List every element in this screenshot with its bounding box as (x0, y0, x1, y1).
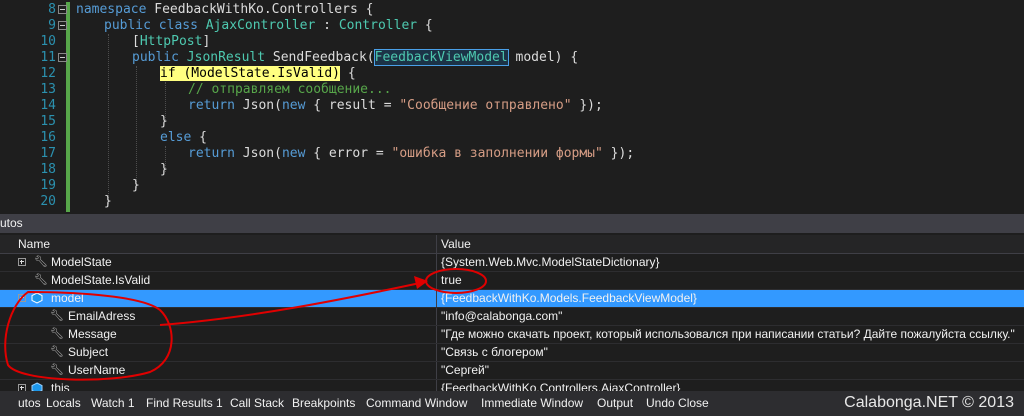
code-text: } (160, 114, 168, 129)
variable-name: ModelState (51, 255, 112, 269)
column-separator (436, 290, 437, 307)
code-line[interactable]: 9 public class AjaxController : Controll… (0, 18, 1024, 34)
code-text: return Json(new { error = "ошибка в запо… (188, 146, 635, 161)
code-line[interactable]: 19 } (0, 178, 1024, 194)
tab-undo-close[interactable]: Undo Close (646, 395, 709, 412)
current-statement-highlight: if (ModelState.IsValid) (160, 66, 341, 81)
variable-name: EmailAdress (68, 309, 136, 323)
line-number: 17 (40, 146, 56, 161)
table-row[interactable]: 🔧︎ Subject "Связь с блогером" (0, 344, 1024, 362)
tab-call-stack[interactable]: Call Stack (230, 395, 284, 412)
line-number: 8 (48, 2, 56, 17)
table-row-selected[interactable]: model {FeedbackWithKo.Models.FeedbackVie… (0, 290, 1024, 308)
code-text: return Json(new { result = "Сообщение от… (188, 98, 603, 113)
property-wrench-icon: 🔧︎ (34, 274, 48, 286)
line-number: 12 (40, 66, 56, 81)
line-number: 11 (40, 50, 56, 65)
column-separator (436, 308, 437, 325)
code-line[interactable]: 16 else { (0, 130, 1024, 146)
tab-watch-1[interactable]: Watch 1 (91, 395, 135, 412)
column-separator (436, 344, 437, 361)
code-text: public JsonResult SendFeedback(FeedbackV… (132, 49, 579, 66)
highlighted-reference: FeedbackViewModel (373, 49, 509, 66)
variable-name: UserName (68, 363, 126, 377)
variable-value[interactable]: "info@calabonga.com" (441, 308, 562, 325)
tab-immediate-window[interactable]: Immediate Window (481, 395, 583, 412)
code-text: } (104, 194, 112, 209)
tab-command-window[interactable]: Command Window (366, 395, 467, 412)
variable-value[interactable]: "Связь с блогером" (441, 344, 548, 361)
column-separator (436, 326, 437, 343)
code-text: } (132, 178, 140, 193)
variable-value[interactable]: true (441, 272, 462, 289)
column-separator[interactable] (436, 235, 437, 253)
code-text: public class AjaxController : Controller… (104, 18, 433, 33)
code-text: namespace FeedbackWithKo.Controllers { (76, 2, 374, 17)
variable-value[interactable]: "Где можно скачать проект, который испол… (441, 326, 1015, 343)
code-line[interactable]: 17 return Json(new { error = "ошибка в з… (0, 146, 1024, 162)
code-line[interactable]: 12 if (ModelState.IsValid) { (0, 66, 1024, 82)
tab-find-results-1[interactable]: Find Results 1 (146, 395, 223, 412)
tab-autos[interactable]: utos (18, 395, 41, 412)
table-row[interactable]: 🔧︎ ModelState.IsValid true (0, 272, 1024, 290)
tab-output[interactable]: Output (597, 395, 633, 412)
code-line[interactable]: 10 [HttpPost] (0, 34, 1024, 50)
code-text: } (160, 162, 168, 177)
code-text: else { (160, 130, 207, 145)
code-line[interactable]: 14 return Json(new { result = "Сообщение… (0, 98, 1024, 114)
line-number: 13 (40, 82, 56, 97)
code-line[interactable]: 15 } (0, 114, 1024, 130)
code-text: [HttpPost] (132, 34, 211, 49)
table-row[interactable]: 🔧︎ Message "Где можно скачать проект, ко… (0, 326, 1024, 344)
variable-value[interactable]: {FeedbackWithKo.Models.FeedbackViewModel… (441, 290, 697, 307)
property-wrench-icon: 🔧︎ (50, 328, 64, 340)
property-wrench-icon: 🔧︎ (34, 256, 48, 268)
code-line[interactable]: 20 } (0, 194, 1024, 210)
code-comment: // отправляем сообщение... (188, 82, 392, 97)
code-line[interactable]: 18 } (0, 162, 1024, 178)
code-editor[interactable]: 8 namespace FeedbackWithKo.Controllers {… (0, 0, 1024, 214)
line-number: 10 (40, 34, 56, 49)
property-wrench-icon: 🔧︎ (50, 364, 64, 376)
line-number: 15 (40, 114, 56, 129)
collapse-icon[interactable] (18, 294, 26, 302)
object-icon (31, 292, 43, 304)
line-number: 20 (40, 194, 56, 209)
variable-name: Subject (68, 345, 109, 359)
variable-value[interactable]: {System.Web.Mvc.ModelStateDictionary} (441, 254, 660, 271)
property-wrench-icon: 🔧︎ (50, 346, 64, 358)
table-row[interactable]: 🔧︎ UserName "Сергей" (0, 362, 1024, 380)
line-number: 18 (40, 162, 56, 177)
expand-icon[interactable] (18, 258, 26, 266)
line-number: 19 (40, 178, 56, 193)
line-number: 14 (40, 98, 56, 113)
variable-value[interactable]: "Сергей" (441, 362, 489, 379)
line-number: 9 (48, 18, 56, 33)
code-line[interactable]: 11 public JsonResult SendFeedback(Feedba… (0, 49, 1024, 66)
variable-name: Message (68, 327, 117, 341)
code-line[interactable]: 8 namespace FeedbackWithKo.Controllers { (0, 2, 1024, 18)
table-row[interactable]: 🔧︎ EmailAdress "info@calabonga.com" (0, 308, 1024, 326)
autos-column-header: Name Value (0, 235, 1024, 254)
tool-window-tabs: utos Locals Watch 1 Find Results 1 Call … (0, 391, 1024, 416)
variable-name: ModelState.IsValid (51, 273, 151, 287)
column-separator (436, 362, 437, 379)
tab-locals[interactable]: Locals (46, 395, 81, 412)
code-line[interactable]: 13 // отправляем сообщение... (0, 82, 1024, 98)
column-separator (436, 254, 437, 271)
variable-name: model (51, 291, 84, 305)
column-header-value[interactable]: Value (441, 235, 471, 253)
code-text: if (ModelState.IsValid) { (160, 66, 356, 81)
column-separator (436, 272, 437, 289)
table-row[interactable]: 🔧︎ ModelState {System.Web.Mvc.ModelState… (0, 254, 1024, 272)
tab-breakpoints[interactable]: Breakpoints (292, 395, 355, 412)
watermark-text: Calabonga.NET © 2013 (844, 394, 1014, 411)
panel-title-text: utos (0, 216, 23, 230)
column-header-name[interactable]: Name (18, 235, 50, 253)
autos-panel-title: utos (0, 214, 1024, 233)
property-wrench-icon: 🔧︎ (50, 310, 64, 322)
line-number: 16 (40, 130, 56, 145)
